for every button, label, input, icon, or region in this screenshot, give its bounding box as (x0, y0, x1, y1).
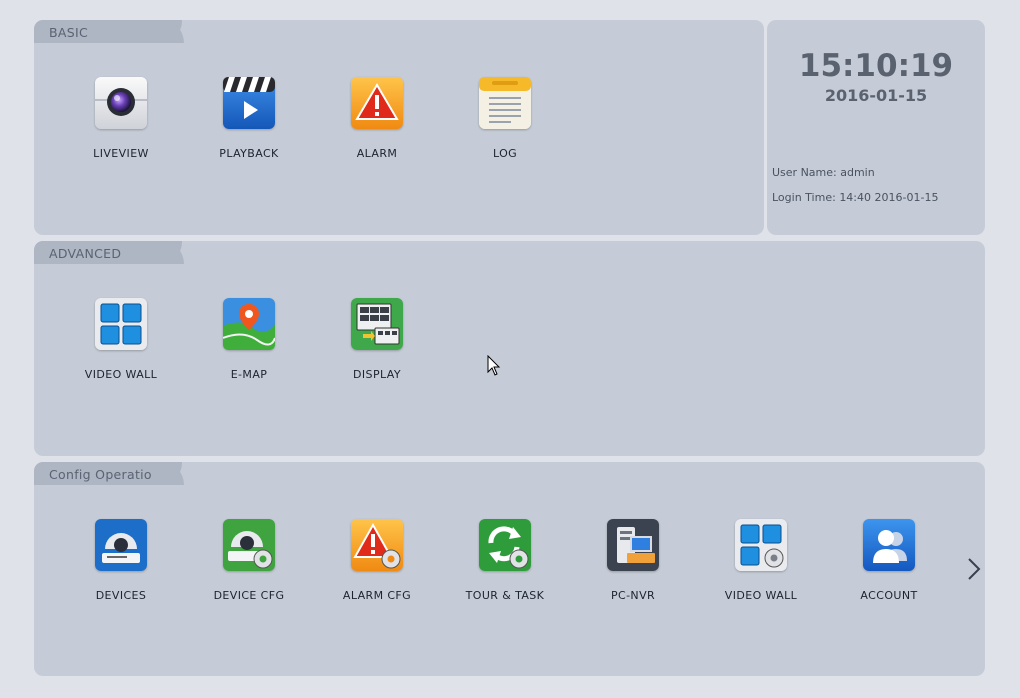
tile-pc-nvr[interactable]: PC-NVR (569, 519, 697, 625)
emap-icon (222, 298, 276, 350)
tile-tour-task[interactable]: TOUR & TASK (441, 519, 569, 625)
next-page-chevron-icon[interactable] (965, 556, 983, 582)
video-wall-icon (95, 298, 147, 350)
account-icon (863, 519, 915, 571)
tile-video-wall-cfg[interactable]: VIDEO WALL (697, 519, 825, 625)
tile-label: ALARM (356, 147, 398, 160)
tile-alarm-cfg[interactable]: ALARM CFG (313, 519, 441, 625)
clock-time: 15:10:19 (798, 48, 954, 84)
alarm-cfg-icon (351, 519, 403, 571)
tour-task-icon (479, 519, 531, 571)
tile-alarm[interactable]: ALARM (313, 77, 441, 183)
video-wall-cfg-icon (735, 519, 787, 571)
tile-label: LOG (492, 147, 518, 160)
tile-label: LIVEVIEW (93, 147, 149, 160)
devices-icon (95, 519, 147, 571)
camera-icon (95, 77, 147, 129)
basic-title: BASIC (49, 25, 88, 40)
basic-panel: BASIC LIVEVIEW PLAYBACK ALARM LOG (34, 20, 764, 235)
device-cfg-icon (223, 519, 275, 571)
tile-account[interactable]: ACCOUNT (825, 519, 953, 625)
config-title: Config Operation (49, 467, 151, 482)
tile-label: ACCOUNT (860, 589, 918, 602)
user-name-label: User Name: (772, 166, 837, 179)
clock-date: 2016-01-15 (824, 86, 928, 105)
tile-display[interactable]: DISPLAY (313, 298, 441, 404)
tile-label: VIDEO WALL (724, 589, 798, 602)
mouse-pointer-icon (487, 354, 501, 377)
pc-nvr-icon (607, 519, 659, 571)
display-icon (351, 298, 403, 350)
user-name-value: admin (840, 166, 875, 179)
playback-icon (223, 77, 275, 129)
tile-label: ALARM CFG (342, 589, 412, 602)
tile-label: TOUR & TASK (465, 589, 545, 602)
advanced-panel: ADVANCED VIDEO WALL E-MAP DISPLAY (34, 241, 985, 456)
tile-label: PC-NVR (610, 589, 656, 602)
tile-label: VIDEO WALL (84, 368, 158, 381)
tile-playback[interactable]: PLAYBACK (185, 77, 313, 183)
tile-label: PLAYBACK (219, 147, 279, 160)
tile-devices[interactable]: DEVICES (57, 519, 185, 625)
alarm-icon (351, 77, 403, 129)
tile-label: DEVICES (95, 589, 147, 602)
user-name-line: User Name: admin (772, 166, 875, 179)
login-time-label: Login Time: (772, 191, 836, 204)
login-time-line: Login Time: 14:40 2016-01-15 (772, 191, 938, 204)
tile-device-cfg[interactable]: DEVICE CFG (185, 519, 313, 625)
login-time-value: 14:40 2016-01-15 (839, 191, 939, 204)
config-panel: Config Operation DEVICES DEVICE CFG ALAR… (34, 462, 985, 676)
tile-liveview[interactable]: LIVEVIEW (57, 77, 185, 183)
tile-video-wall[interactable]: VIDEO WALL (57, 298, 185, 404)
tile-label: E-MAP (230, 368, 268, 381)
tile-label: DEVICE CFG (213, 589, 285, 602)
advanced-title: ADVANCED (49, 246, 122, 261)
tile-emap[interactable]: E-MAP (185, 298, 313, 404)
session-info-panel: 15:10:19 2016-01-15 User Name: admin Log… (767, 20, 985, 235)
tile-label: DISPLAY (353, 368, 401, 381)
log-icon (479, 77, 531, 129)
tile-log[interactable]: LOG (441, 77, 569, 183)
